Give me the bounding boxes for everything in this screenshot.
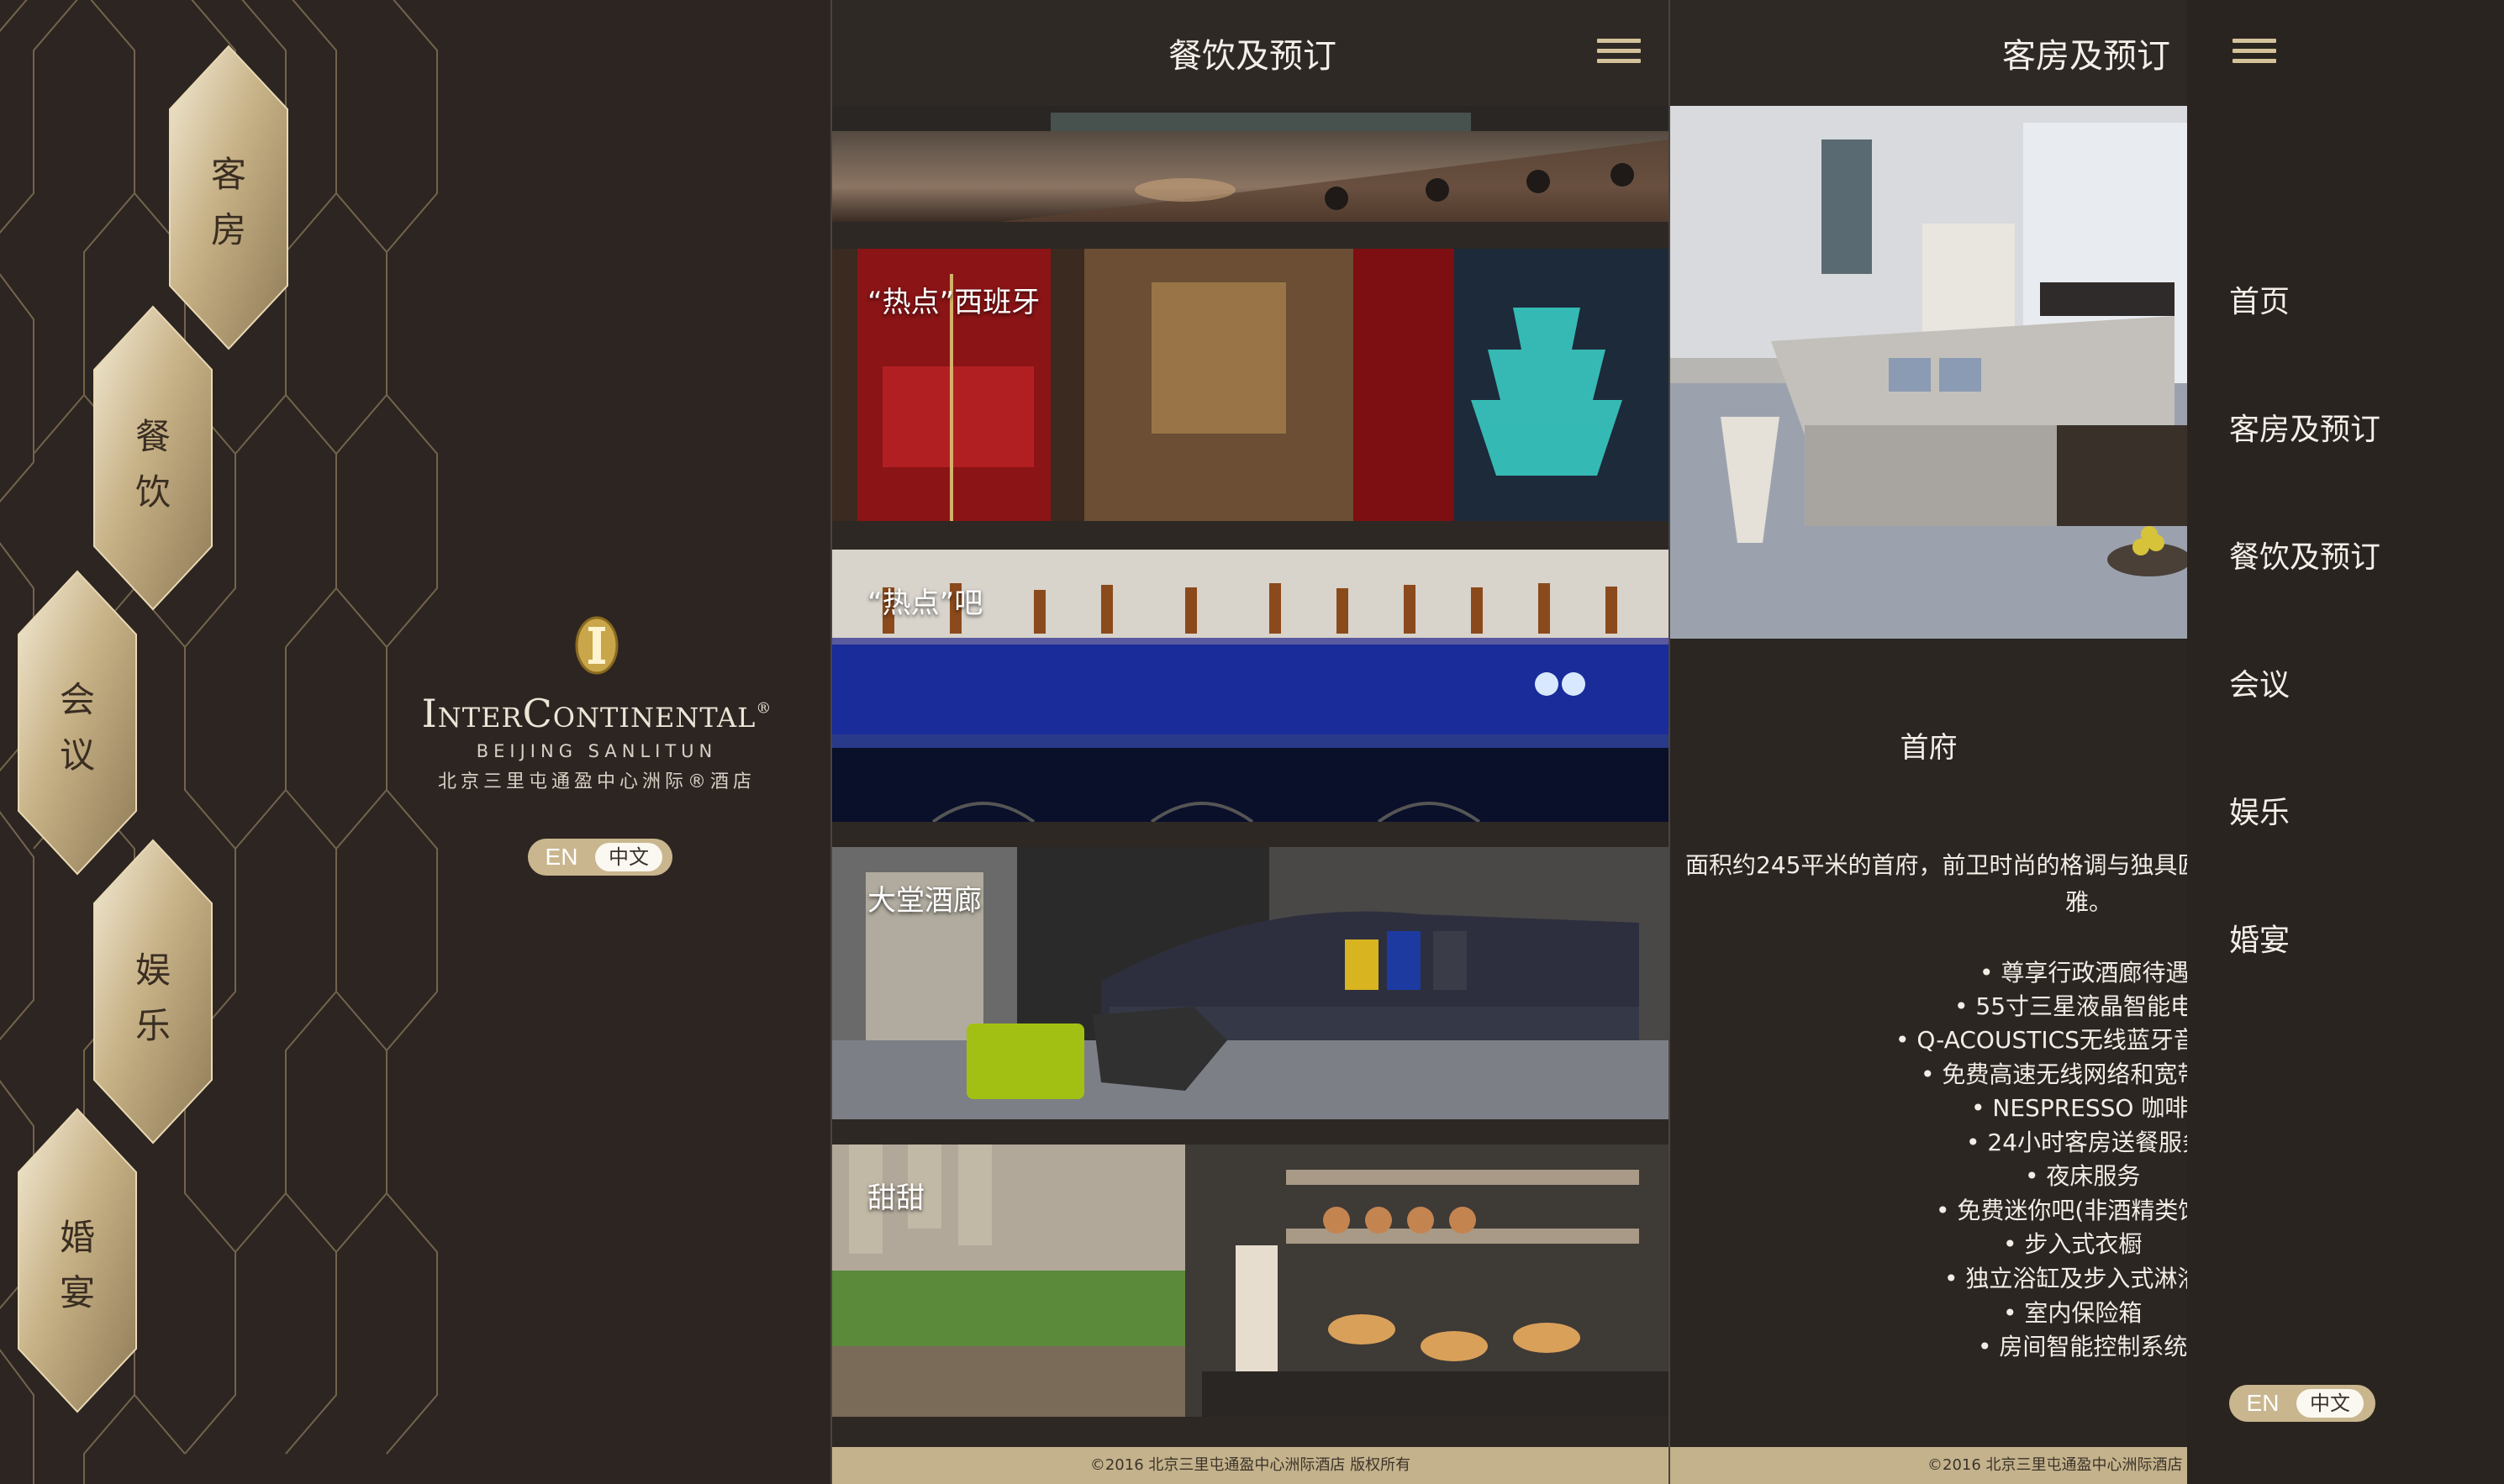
nav-entertainment-char-1: 娱: [134, 950, 171, 991]
rooms-screen: 客房及预订 首府 面积约245平米的首府，前卫时尚的格调与独具匠 雅。 • 尊享…: [1668, 0, 2187, 1484]
menu-item-entertainment[interactable]: 娱乐: [2229, 788, 2290, 832]
page-title: 餐饮及预订: [1168, 37, 1336, 76]
lang-en-option[interactable]: EN: [2229, 1390, 2296, 1417]
page-title: 客房及预订: [2002, 37, 2170, 76]
feature-item: • 尊享行政酒廊待遇: [1979, 959, 2187, 987]
suite-name: 首府: [1900, 731, 1958, 765]
suite-image[interactable]: [1670, 106, 2187, 639]
dining-item-caption: 大堂酒廊: [867, 884, 982, 918]
copyright-footer: ©2016 北京三里屯通盈中心洲际酒店 版权所有: [1670, 1447, 2187, 1484]
nav-dining-char-1: 餐: [134, 416, 171, 457]
menu-icon[interactable]: [2233, 39, 2276, 69]
nav-weddings[interactable]: 婚 宴: [40, 1210, 115, 1321]
nav-meetings[interactable]: 会 议: [40, 672, 115, 783]
nav-weddings-char-1: 婚: [59, 1217, 95, 1258]
menu-item-rooms[interactable]: 客房及预订: [2229, 405, 2380, 449]
dining-item-caption: 甜甜: [867, 1181, 925, 1215]
dining-item-image[interactable]: [832, 106, 1668, 222]
lang-zh-option[interactable]: 中文: [595, 843, 662, 871]
home-screen: 客 房 餐 饮 会 议 娱 乐 婚 宴 InterContinental® BE…: [0, 0, 830, 1484]
nav-dining[interactable]: 餐 饮: [115, 409, 191, 520]
brand-name-text: InterContinental: [421, 691, 756, 736]
brand-name: InterContinental®: [395, 691, 799, 736]
language-switcher[interactable]: EN 中文: [2229, 1385, 2375, 1422]
brand-chinese-name: 北京三里屯通盈中心洲际®酒店: [437, 771, 756, 792]
brand-subtitle: BEIJING SANLITUN: [476, 741, 718, 761]
lang-en-option[interactable]: EN: [528, 844, 595, 871]
menu-icon[interactable]: [1597, 39, 1641, 69]
nav-meetings-char-2: 议: [59, 734, 95, 776]
nav-rooms-char-2: 房: [210, 209, 246, 250]
feature-item: • NESPRESSO 咖啡机: [1971, 1094, 2187, 1122]
dining-item-caption: “热点”西班牙: [867, 286, 1041, 319]
lang-zh-option[interactable]: 中文: [2296, 1389, 2364, 1418]
feature-item: • Q-ACOUSTICS无线蓝牙音: [1895, 1026, 2187, 1054]
dessert-shop-photo: [832, 1145, 1668, 1417]
dining-item-lounge[interactable]: 大堂酒廊: [832, 847, 1668, 1119]
feature-item: • 步入式衣橱: [2003, 1230, 2143, 1258]
nav-dining-char-2: 饮: [134, 471, 171, 513]
menu-item-meetings[interactable]: 会议: [2229, 660, 2290, 704]
feature-item: • 房间智能控制系统: [1978, 1333, 2187, 1360]
menu-item-dining[interactable]: 餐饮及预订: [2229, 533, 2380, 576]
menu-item-home[interactable]: 首页: [2229, 277, 2290, 321]
hotel-logo: InterContinental® BEIJING SANLITUN 北京三里屯…: [395, 613, 799, 793]
restaurant-photo: [832, 106, 1668, 222]
nav-entertainment[interactable]: 娱 乐: [115, 943, 191, 1054]
feature-item: • 免费迷你吧(非酒精类饮: [1936, 1197, 2187, 1224]
nav-rooms[interactable]: 客 房: [191, 147, 266, 258]
dining-item-caption: “热点”吧: [867, 587, 983, 620]
language-switcher[interactable]: EN 中文: [528, 839, 672, 876]
feature-item: • 独立浴缸及步入式淋浴: [1944, 1265, 2187, 1292]
dining-screen: 餐饮及预订 “热点”西班牙 “热点”吧 大堂酒廊 甜甜 ©2016 北京三里屯通…: [830, 0, 1668, 1484]
nav-weddings-char-2: 宴: [59, 1272, 95, 1313]
feature-item: • 室内保险箱: [2003, 1299, 2143, 1327]
copyright-text: ©2016 北京三里屯通盈中心洲际酒店 版权所有: [1927, 1456, 2187, 1474]
feature-item: • 55寸三星液晶智能电: [1954, 992, 2187, 1020]
suite-photo: [1670, 106, 2187, 639]
copyright-footer: ©2016 北京三里屯通盈中心洲际酒店 版权所有: [832, 1447, 1668, 1484]
nav-entertainment-char-2: 乐: [134, 1005, 171, 1046]
dining-header: 餐饮及预订: [832, 0, 1668, 106]
suite-description-cont: 雅。: [2065, 888, 2113, 916]
feature-item: • 24小时客房送餐服务: [1966, 1129, 2187, 1156]
dining-item-bar[interactable]: “热点”吧: [832, 550, 1668, 822]
dining-item-dessert[interactable]: 甜甜: [832, 1145, 1668, 1417]
feature-item: • 夜床服务: [2025, 1162, 2141, 1190]
nav-rooms-char-1: 客: [210, 154, 246, 195]
feature-item: • 免费高速无线网络和宽带: [1921, 1060, 2187, 1088]
suite-description: 面积约245平米的首府，前卫时尚的格调与独具匠: [1685, 851, 2187, 879]
rooms-header: 客房及预订: [1670, 0, 2187, 106]
dining-item-spanish[interactable]: “热点”西班牙: [832, 249, 1668, 521]
side-menu: 首页 客房及预订 餐饮及预订 会议 娱乐 婚宴 EN 中文: [2187, 0, 2504, 1484]
intercontinental-emblem-icon: [575, 616, 619, 675]
nav-meetings-char-1: 会: [59, 679, 95, 720]
menu-item-weddings[interactable]: 婚宴: [2229, 916, 2290, 960]
registered-mark: ®: [756, 699, 772, 718]
